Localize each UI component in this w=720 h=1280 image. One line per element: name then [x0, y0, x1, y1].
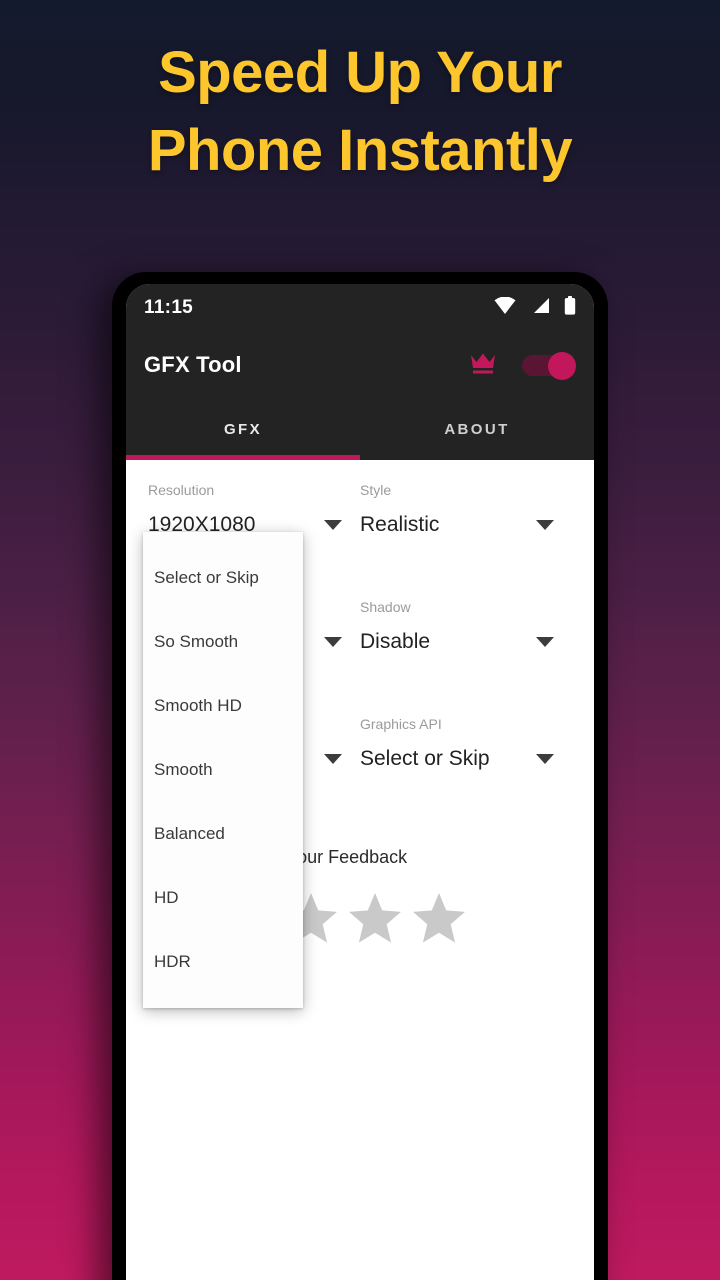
dropdown-item-smooth[interactable]: Smooth	[143, 738, 303, 802]
toggle-thumb	[548, 352, 576, 380]
dropdown-item-hd[interactable]: HD	[143, 866, 303, 930]
field-label-graphics-api: Graphics API	[360, 716, 442, 732]
field-value-shadow: Disable	[360, 630, 431, 653]
tab-bar: GFX ABOUT	[126, 398, 594, 460]
status-bar-icons	[494, 296, 576, 320]
tab-about[interactable]: ABOUT	[360, 398, 594, 460]
dropdown-item-select-or-skip[interactable]: Select or Skip	[143, 546, 303, 610]
signal-icon	[530, 297, 550, 319]
dropdown-item-so-smooth[interactable]: So Smooth	[143, 610, 303, 674]
field-control-shadow[interactable]: Disable	[360, 624, 554, 660]
chevron-down-icon[interactable]	[536, 520, 554, 530]
app-bar-actions	[470, 352, 576, 380]
chevron-down-icon[interactable]	[324, 520, 342, 530]
dropdown-item-smooth-hd[interactable]: Smooth HD	[143, 674, 303, 738]
premium-toggle[interactable]	[522, 352, 576, 380]
phone-screen: 11:15 GFX Tool GFX ABOUT Resolution 1920…	[126, 284, 594, 1280]
field-style[interactable]: Style Realistic	[360, 482, 572, 543]
field-control-style[interactable]: Realistic	[360, 507, 554, 543]
status-bar: 11:15	[126, 284, 594, 332]
status-bar-time: 11:15	[144, 297, 194, 318]
app-title: GFX Tool	[144, 352, 242, 377]
app-bar: GFX Tool	[126, 332, 594, 398]
page-headline: Speed Up Your Phone Instantly	[0, 34, 720, 190]
battery-icon	[564, 296, 576, 320]
field-value-style: Realistic	[360, 513, 440, 536]
tab-gfx[interactable]: GFX	[126, 398, 360, 460]
field-label-style: Style	[360, 482, 392, 498]
crown-icon[interactable]	[470, 352, 496, 379]
graphics-dropdown-menu[interactable]: Select or Skip So Smooth Smooth HD Smoot…	[143, 532, 303, 1008]
headline-line-2: Phone Instantly	[147, 118, 573, 183]
field-label-resolution: Resolution	[148, 482, 215, 498]
gfx-settings-content: Resolution 1920X1080 Style Realistic Sha…	[126, 460, 594, 1280]
headline-line-1: Speed Up Your	[158, 40, 562, 105]
chevron-down-icon[interactable]	[324, 637, 342, 647]
phone-mockup-frame: 11:15 GFX Tool GFX ABOUT Resolution 1920…	[112, 272, 608, 1280]
star-icon[interactable]	[412, 892, 466, 949]
dropdown-item-hdr[interactable]: HDR	[143, 930, 303, 994]
chevron-down-icon[interactable]	[536, 637, 554, 647]
dropdown-item-balanced[interactable]: Balanced	[143, 802, 303, 866]
field-shadow[interactable]: Shadow Disable	[360, 599, 572, 660]
wifi-icon	[494, 296, 516, 319]
field-label-shadow: Shadow	[360, 599, 411, 615]
star-icon[interactable]	[348, 892, 402, 949]
